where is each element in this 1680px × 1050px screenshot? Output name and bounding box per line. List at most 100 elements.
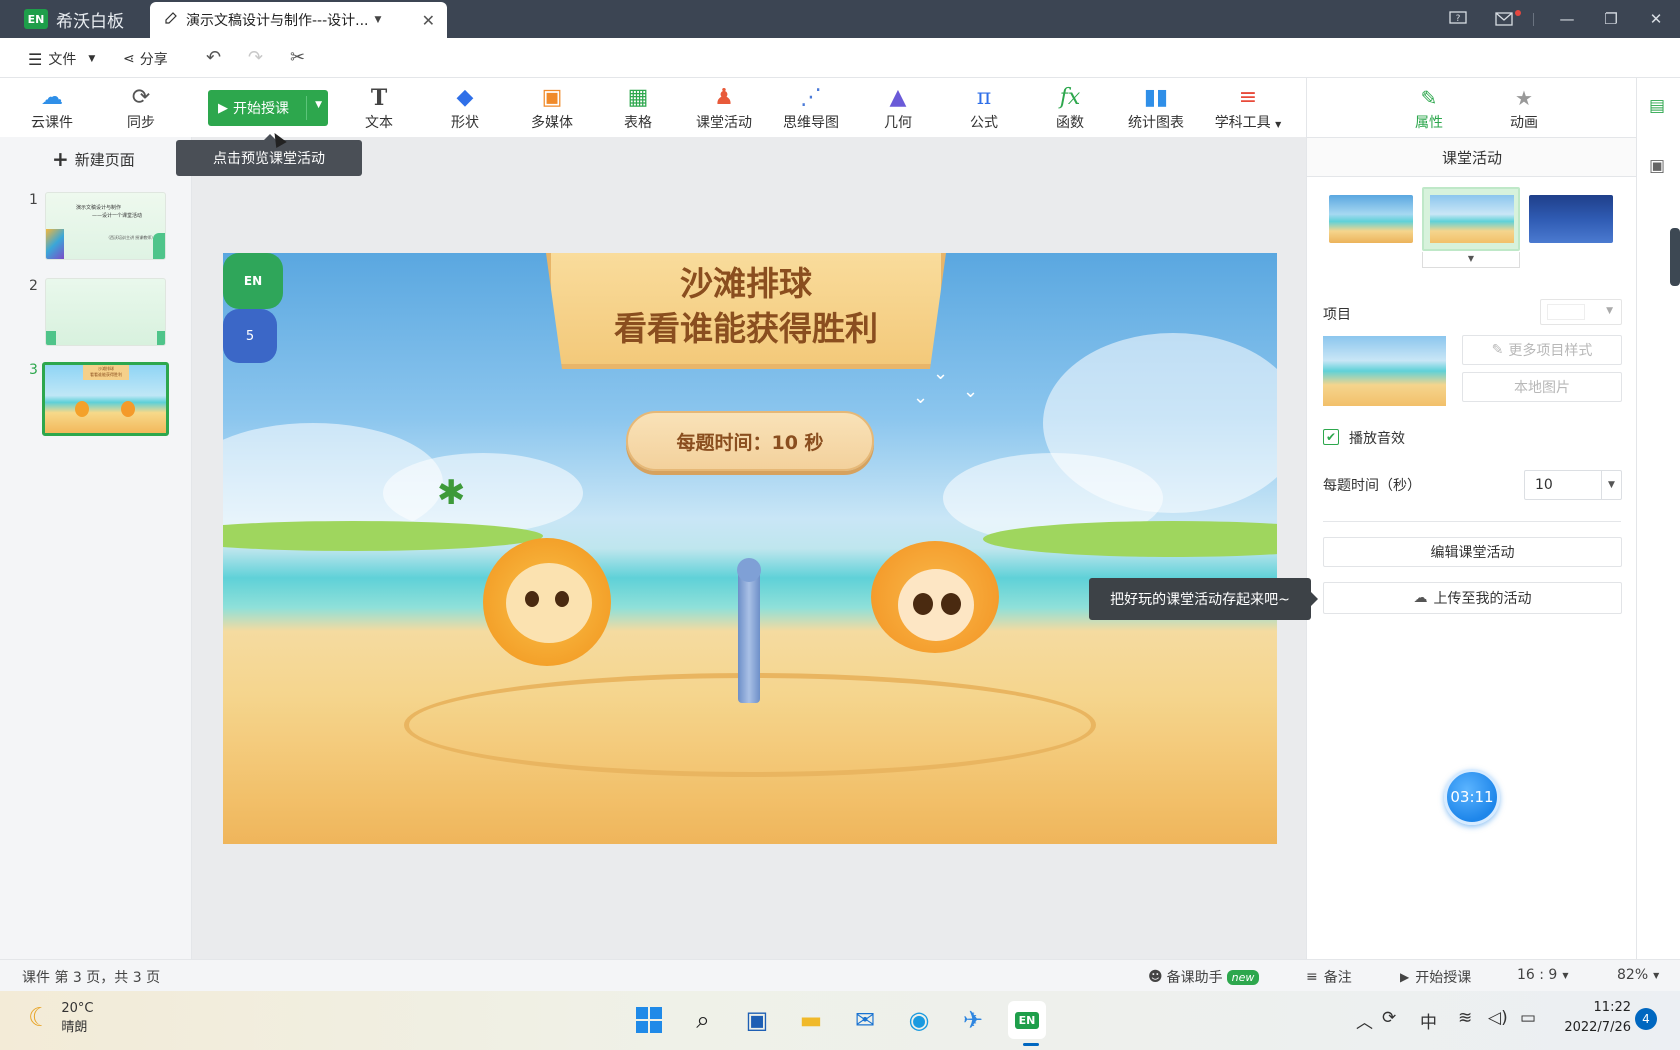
zoom-select[interactable]: 82% ▼ bbox=[1617, 967, 1659, 983]
thumb-text: ——设计一个课堂活动 bbox=[92, 213, 143, 219]
text-tool-button[interactable]: T 文本 bbox=[341, 84, 417, 134]
notification-badge[interactable]: 4 bbox=[1635, 1008, 1657, 1030]
subject-tools-button[interactable]: ≡ 学科工具 ▼ bbox=[1208, 84, 1288, 134]
volleyball-pole-cap bbox=[737, 558, 761, 582]
theme-option-3[interactable] bbox=[1529, 195, 1613, 243]
page-thumbnail-panel: + 新建页面 1 演示文稿设计与制作 ——设计一个课堂活动 （西沃培训主讲 授课… bbox=[0, 137, 192, 959]
classroom-activity-button[interactable]: ♟ 课堂活动 bbox=[686, 84, 762, 134]
notes-icon[interactable]: ▤ bbox=[1649, 96, 1665, 116]
close-icon[interactable]: ✕ bbox=[1634, 0, 1678, 38]
mail-app-icon[interactable]: ✉ bbox=[846, 1001, 884, 1039]
item-color-select[interactable]: ▼ bbox=[1540, 299, 1622, 325]
shape-tool-button[interactable]: ◆ 形状 bbox=[427, 84, 503, 134]
document-tab[interactable]: 演示文稿设计与制作---设计... ▼ ✕ bbox=[150, 2, 447, 38]
start-teaching-button[interactable]: ▶ 开始授课 ▼ bbox=[208, 90, 328, 126]
slide-canvas[interactable]: ✱ ⌄ ⌄ ⌄ 沙滩排球 看看谁能获得胜利 每题时间：10 秒 EN 5 bbox=[223, 253, 1277, 844]
edge-browser-icon[interactable]: ◉ bbox=[900, 1001, 938, 1039]
slide-title-line1: 沙滩排球 bbox=[680, 264, 812, 303]
theme-option-2-selected[interactable] bbox=[1422, 187, 1520, 251]
redo-icon[interactable]: ↷ bbox=[248, 47, 263, 68]
feishu-icon[interactable]: ✈ bbox=[954, 1001, 992, 1039]
cloud-upload-icon: ☁ bbox=[1413, 590, 1428, 606]
theme-expand-icon[interactable]: ▼ bbox=[1422, 252, 1520, 268]
search-icon[interactable]: ⌕ bbox=[684, 1001, 722, 1039]
volleyball-pole bbox=[738, 563, 760, 703]
theme-option-1[interactable] bbox=[1329, 195, 1413, 243]
weather-widget[interactable]: ☾ 20°C 晴朗 bbox=[28, 1001, 93, 1035]
page-thumbnail-2[interactable] bbox=[45, 278, 166, 346]
tray-chevron-up-icon[interactable]: ︿ bbox=[1356, 1008, 1373, 1033]
file-explorer-icon[interactable]: ▬ bbox=[792, 1001, 830, 1039]
tab-properties[interactable]: ✎ 属性 bbox=[1399, 84, 1459, 132]
island-shape bbox=[223, 521, 543, 551]
lesson-assistant-button[interactable]: ☻ 备课助手 new bbox=[1148, 967, 1260, 987]
file-menu[interactable]: ☰ 文件 ▼ bbox=[28, 49, 95, 69]
thumb-text: 看看谁能获得胜利 bbox=[90, 372, 122, 377]
mindmap-tool-button[interactable]: ⋰ 思维导图 bbox=[773, 84, 849, 134]
pi-icon: π bbox=[976, 85, 992, 110]
chart-tool-button[interactable]: ▮▮ 统计图表 bbox=[1118, 84, 1194, 134]
slide-title: 沙滩排球 看看谁能获得胜利 bbox=[546, 261, 946, 351]
sound-effect-checkbox[interactable]: ✔ bbox=[1323, 429, 1339, 445]
geometry-icon: ▲ bbox=[889, 85, 907, 110]
thumb-number: 1 bbox=[29, 192, 38, 208]
aspect-ratio-select[interactable]: 16 : 9 ▼ bbox=[1517, 967, 1569, 983]
volume-icon[interactable]: ◁) bbox=[1488, 1008, 1508, 1028]
tab-close-icon[interactable]: ✕ bbox=[422, 11, 435, 30]
edit-activity-button[interactable]: 编辑课堂活动 bbox=[1323, 537, 1622, 567]
aspect-ratio-label: 16 : 9 bbox=[1517, 967, 1558, 983]
floating-timer[interactable]: 03:11 bbox=[1444, 769, 1500, 825]
palm-tree: ✱ bbox=[437, 473, 466, 513]
question-timer-label: 每题时间：10 秒 bbox=[626, 411, 874, 471]
table-tool-button[interactable]: ▦ 表格 bbox=[600, 84, 676, 134]
share-button[interactable]: ⋖ 分享 bbox=[123, 49, 168, 69]
page-thumbnail-3-selected[interactable]: 沙滩排球 看看谁能获得胜利 bbox=[42, 362, 169, 436]
mail-unread-dot bbox=[1515, 10, 1521, 16]
battery-icon[interactable]: ▭ bbox=[1520, 1008, 1536, 1028]
tab-dropdown-icon[interactable]: ▼ bbox=[375, 15, 382, 25]
status-start-teaching-button[interactable]: ▶ 开始授课 bbox=[1400, 967, 1471, 987]
tab-animation[interactable]: ★ 动画 bbox=[1494, 84, 1554, 132]
monkey-eye bbox=[913, 593, 933, 615]
store-icon[interactable]: ▣ bbox=[738, 1001, 776, 1039]
chevron-down-icon[interactable]: ▼ bbox=[1601, 471, 1621, 499]
cloud-courseware-button[interactable]: ☁ 云课件 bbox=[14, 84, 90, 134]
lion-body: EN bbox=[223, 253, 283, 309]
new-page-button[interactable]: + 新建页面 bbox=[52, 147, 135, 171]
play-icon: ▶ bbox=[1400, 970, 1410, 984]
seewo-app-icon[interactable]: EN bbox=[1008, 1001, 1046, 1039]
ime-indicator[interactable]: 中 bbox=[1420, 1008, 1437, 1033]
start-dropdown-icon[interactable]: ▼ bbox=[315, 100, 322, 110]
help-icon[interactable]: ? bbox=[1436, 0, 1480, 38]
robot-icon: ☻ bbox=[1148, 969, 1163, 985]
start-teaching-label: 开始授课 bbox=[1415, 970, 1472, 986]
scissors-icon[interactable]: ✂ bbox=[290, 47, 305, 68]
sync-button[interactable]: ⟳ 同步 bbox=[103, 84, 179, 134]
restore-icon[interactable]: ❐ bbox=[1589, 0, 1633, 38]
mail-icon[interactable] bbox=[1482, 0, 1526, 38]
system-clock[interactable]: 11:22 2022/7/26 bbox=[1551, 998, 1631, 1038]
function-tool-button[interactable]: fx 函数 bbox=[1032, 84, 1108, 134]
local-image-button[interactable]: 本地图片 bbox=[1462, 372, 1622, 402]
media-tool-button[interactable]: ▣ 多媒体 bbox=[514, 84, 590, 134]
wifi-icon[interactable]: ≋ bbox=[1458, 1008, 1472, 1028]
app-tab[interactable]: EN 希沃白板 bbox=[0, 0, 150, 38]
windows-taskbar: ☾ 20°C 晴朗 ⌕ ▣ ▬ ✉ ◉ ✈ EN ︿ ⟳ 中 ≋ ◁) ▭ 11… bbox=[0, 991, 1680, 1050]
save-activity-tooltip: 把好玩的课堂活动存起来吧~ bbox=[1089, 578, 1318, 620]
formula-tool-button[interactable]: π 公式 bbox=[946, 84, 1022, 134]
play-icon: ▶ bbox=[218, 100, 228, 116]
upload-activity-button[interactable]: ☁ 上传至我的活动 bbox=[1323, 582, 1622, 614]
minimize-icon[interactable]: — bbox=[1545, 0, 1589, 38]
time-per-question-input[interactable]: 10 ▼ bbox=[1524, 470, 1622, 500]
undo-icon[interactable]: ↶ bbox=[206, 47, 221, 68]
notes-button[interactable]: ≡ 备注 bbox=[1306, 967, 1352, 987]
geometry-tool-button[interactable]: ▲ 几何 bbox=[860, 84, 936, 134]
page-thumbnail-1[interactable]: 演示文稿设计与制作 ——设计一个课堂活动 （西沃培训主讲 授课教师） bbox=[45, 192, 166, 260]
panel-icon[interactable]: ▣ bbox=[1649, 156, 1665, 176]
scrollbar-handle[interactable] bbox=[1670, 228, 1680, 286]
more-styles-button[interactable]: ✎ 更多项目样式 bbox=[1462, 335, 1622, 365]
windows-start-icon[interactable] bbox=[630, 1001, 668, 1039]
time-value: 10 bbox=[1535, 477, 1553, 493]
sync-tray-icon[interactable]: ⟳ bbox=[1382, 1008, 1396, 1028]
notes-lines-icon: ≡ bbox=[1306, 969, 1318, 985]
